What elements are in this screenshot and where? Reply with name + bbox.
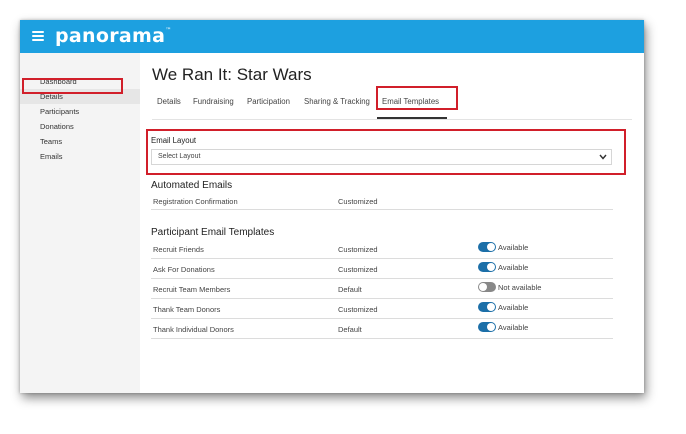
availability-label: Available bbox=[498, 323, 529, 332]
details-highlight-box bbox=[22, 78, 123, 94]
availability-toggle[interactable] bbox=[478, 262, 496, 272]
row-divider bbox=[151, 318, 613, 319]
template-row-status: Customized bbox=[338, 265, 378, 274]
availability-label: Available bbox=[498, 243, 529, 252]
tab-participation[interactable]: Participation bbox=[247, 97, 290, 106]
template-row-status: Customized bbox=[338, 305, 378, 314]
template-row-status: Customized bbox=[338, 245, 378, 254]
template-row-name[interactable]: Recruit Friends bbox=[153, 245, 204, 254]
row-divider bbox=[151, 278, 613, 279]
availability-toggle[interactable] bbox=[478, 242, 496, 252]
template-row-name[interactable]: Thank Team Donors bbox=[153, 305, 220, 314]
template-row-name[interactable]: Thank Individual Donors bbox=[153, 325, 234, 334]
template-row-status: Default bbox=[338, 325, 362, 334]
row-divider bbox=[151, 298, 613, 299]
page-title: We Ran It: Star Wars bbox=[152, 65, 312, 84]
email-layout-label: Email Layout bbox=[151, 136, 197, 145]
template-row-name[interactable]: Recruit Team Members bbox=[153, 285, 230, 294]
active-tab-indicator bbox=[377, 117, 447, 119]
app-window: panorama™ Dashboard Details Participants… bbox=[20, 20, 644, 393]
automated-emails-title: Automated Emails bbox=[151, 180, 233, 191]
sidebar-item-emails[interactable]: Emails bbox=[20, 149, 140, 164]
chevron-down-icon bbox=[599, 154, 607, 160]
participant-templates-title: Participant Email Templates bbox=[151, 227, 275, 238]
availability-label: Available bbox=[498, 263, 529, 272]
row-divider bbox=[151, 338, 613, 339]
availability-label: Available bbox=[498, 303, 529, 312]
email-templates-highlight-box bbox=[376, 86, 458, 110]
availability-toggle[interactable] bbox=[478, 302, 496, 312]
tabs-divider bbox=[152, 119, 632, 120]
top-bar: panorama™ bbox=[20, 20, 644, 53]
sidebar-item-donations[interactable]: Donations bbox=[20, 119, 140, 134]
panorama-logo[interactable]: panorama™ bbox=[55, 25, 172, 47]
template-row-name[interactable]: Ask For Donations bbox=[153, 265, 215, 274]
email-layout-select[interactable]: Select Layout bbox=[151, 149, 612, 165]
row-divider bbox=[151, 258, 613, 259]
sidebar-item-participants[interactable]: Participants bbox=[20, 104, 140, 119]
automated-row-status: Customized bbox=[338, 197, 378, 206]
availability-toggle[interactable] bbox=[478, 322, 496, 332]
tab-fundraising[interactable]: Fundraising bbox=[193, 97, 234, 106]
menu-icon[interactable] bbox=[32, 31, 44, 41]
email-layout-value: Select Layout bbox=[158, 153, 201, 160]
tab-details[interactable]: Details bbox=[157, 97, 181, 106]
availability-label: Not available bbox=[498, 283, 542, 292]
template-row-status: Default bbox=[338, 285, 362, 294]
sidebar-item-teams[interactable]: Teams bbox=[20, 134, 140, 149]
automated-row-name[interactable]: Registration Confirmation bbox=[153, 197, 238, 206]
sidebar: Dashboard Details Participants Donations… bbox=[20, 53, 140, 393]
row-divider bbox=[151, 209, 613, 210]
availability-toggle[interactable] bbox=[478, 282, 496, 292]
tab-sharing-tracking[interactable]: Sharing & Tracking bbox=[304, 97, 370, 106]
